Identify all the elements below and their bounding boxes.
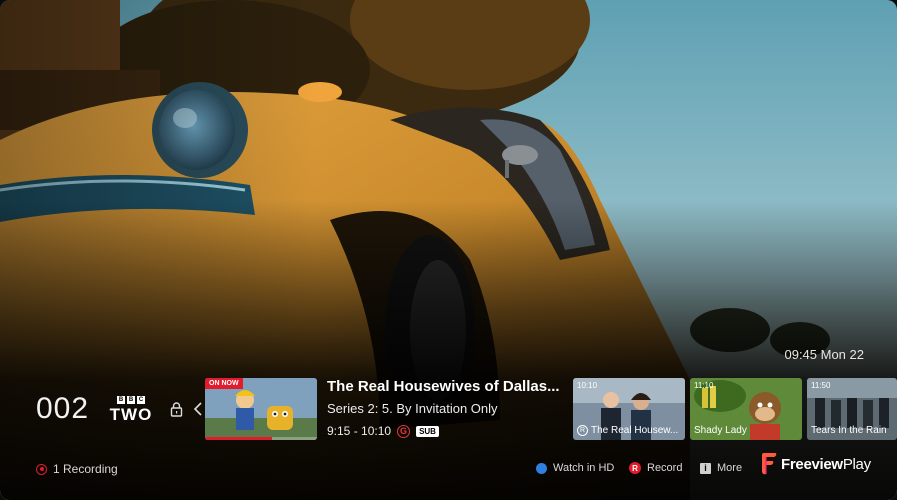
programme-title: The Real Housewives of Dallas...: [327, 378, 560, 395]
next-programme-title: The Real Housew...: [591, 425, 679, 436]
guidance-badge: G: [397, 424, 411, 438]
info-icon: i: [700, 462, 711, 474]
next-programme-card[interactable]: 11:10 Shady Lady: [690, 378, 802, 440]
next-programme-card[interactable]: 11:50 Tears In the Rain: [807, 378, 897, 440]
subtitles-badge: SUB: [416, 425, 439, 437]
next-programme-title: Tears In the Rain: [811, 425, 887, 436]
channel-logo-name: TWO: [109, 405, 153, 424]
watch-hd-label: Watch in HD: [553, 462, 615, 474]
red-button-icon: R: [629, 462, 641, 474]
next-programme-title: Shady Lady: [694, 425, 747, 436]
channel-number: 002: [36, 392, 90, 425]
progress-bar: [205, 437, 317, 440]
freeview-play-logo: FreeviewPlay: [760, 452, 871, 476]
recordings-count: 1 Recording: [53, 462, 118, 476]
progress-fill: [205, 437, 273, 440]
record-label: Record: [647, 462, 683, 474]
now-thumbnail[interactable]: ON NOW: [205, 378, 317, 440]
freeview-logo-mark-icon: [762, 453, 777, 475]
freeview-brand: Freeview: [781, 455, 843, 473]
record-scheduled-icon: R: [577, 425, 588, 436]
next-programme-card[interactable]: 10:10 R The Real Housew...: [573, 378, 685, 440]
clock: 09:45 Mon 22: [784, 347, 864, 362]
lock-icon[interactable]: [170, 402, 183, 417]
next-programme-time: 10:10: [577, 381, 598, 390]
more-label: More: [717, 462, 743, 474]
tv-screen: 09:45 Mon 22 002 B B C TWO ON NOW The Re…: [0, 0, 897, 500]
play-brand: Play: [842, 455, 871, 473]
programme-time-row: 9:15 - 10:10 G SUB: [327, 424, 439, 438]
recordings-indicator[interactable]: 1 Recording: [36, 462, 118, 476]
watch-hd-hint[interactable]: Watch in HD: [536, 462, 614, 474]
record-hint[interactable]: R Record: [629, 462, 682, 474]
episode-title: Series 2: 5. By Invitation Only: [327, 401, 498, 416]
chevron-left-icon[interactable]: [193, 401, 203, 417]
channel-logo: B B C TWO: [108, 396, 154, 424]
next-programme-time: 11:10: [694, 381, 714, 390]
programme-time: 9:15 - 10:10: [327, 424, 392, 438]
next-programme-time: 11:50: [811, 381, 831, 390]
record-icon: [36, 463, 47, 475]
on-now-badge: ON NOW: [205, 378, 243, 389]
bbc-blocks: B B C: [117, 396, 145, 404]
more-hint[interactable]: i More: [700, 462, 742, 474]
blue-button-icon: [536, 462, 547, 474]
